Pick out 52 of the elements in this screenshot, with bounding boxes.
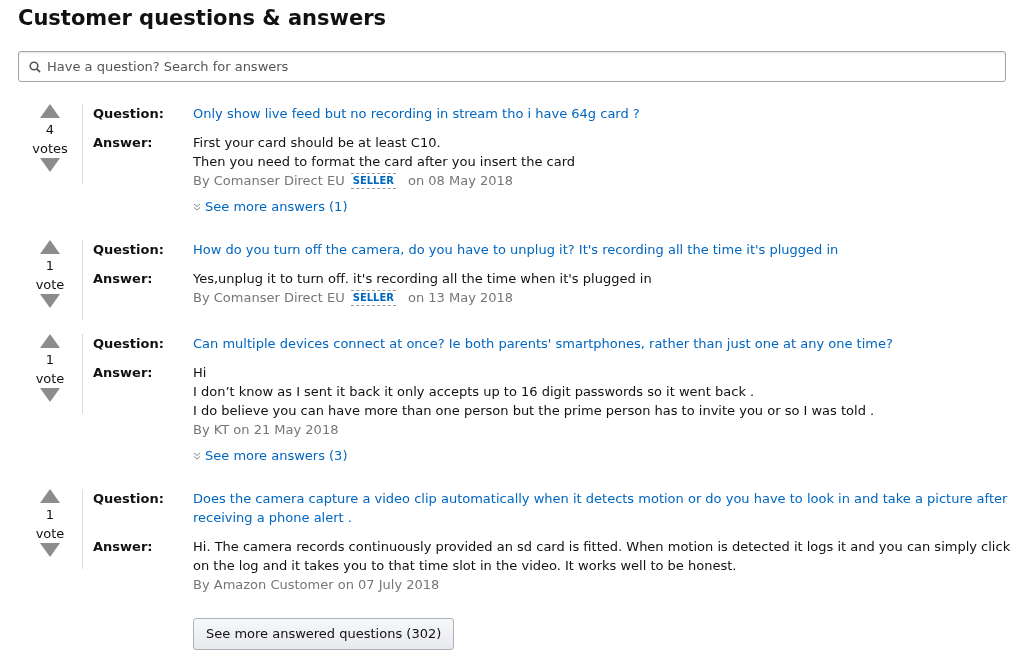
vote-count: 1 xyxy=(45,257,55,275)
question-label: Question: xyxy=(93,490,165,508)
answer-text: Hi xyxy=(193,364,208,382)
vote-label: vote xyxy=(35,525,65,543)
upvote-icon[interactable] xyxy=(40,334,60,348)
question-link[interactable]: Can multiple devices connect at once? Ie both parents' smartphones, rather than just one at any one time? xyxy=(193,334,893,353)
downvote-icon[interactable] xyxy=(40,543,60,557)
vote-count: 4 xyxy=(45,121,55,139)
downvote-icon[interactable] xyxy=(40,294,60,308)
answer-label: Answer: xyxy=(93,538,154,556)
see-more-questions-button[interactable]: See more answered questions (302) xyxy=(193,618,455,650)
search-field[interactable]: Have a question? Search for answers xyxy=(18,51,1006,82)
upvote-icon[interactable] xyxy=(40,489,60,503)
answer-date: on 08 May 2018 xyxy=(408,172,514,190)
vote-label: vote xyxy=(35,370,65,388)
section-title: Customer questions & answers xyxy=(18,5,387,32)
double-chevron-icon xyxy=(193,451,201,460)
answer-text: I don’t know as I sent it back it only accepts up to 16 digit passwords so it went back . xyxy=(193,383,756,401)
see-more-answers-link[interactable]: See more answers (3) xyxy=(193,446,875,465)
answer-date: on 13 May 2018 xyxy=(408,289,514,307)
question-label: Question: xyxy=(93,241,165,259)
question-link[interactable]: Only show live feed but no recording in stream tho i have 64g card ? xyxy=(193,104,640,123)
question-label: Question: xyxy=(93,105,165,123)
answer-text: I do believe you can have more than one person but the prime person has to invite you or so I was told . xyxy=(193,402,875,420)
author-byline: By Amazon Customer on 07 July 2018 xyxy=(193,576,440,594)
author-byline: By KT on 21 May 2018 xyxy=(193,421,339,439)
downvote-icon[interactable] xyxy=(40,388,60,402)
vote-label: votes xyxy=(32,140,68,158)
question-label: Question: xyxy=(93,335,165,353)
see-more-answers-link[interactable]: See more answers (1) xyxy=(193,197,575,216)
upvote-icon[interactable] xyxy=(40,240,60,254)
vote-label: vote xyxy=(35,276,65,294)
seller-badge: SELLER xyxy=(350,289,396,306)
search-input[interactable]: Have a question? Search for answers xyxy=(47,56,995,77)
answer-label: Answer: xyxy=(93,364,154,382)
question-link[interactable]: Does the camera capture a video clip automatically when it detects motion or do you have to look in and take a picture after receiving a phone alert . xyxy=(193,489,1018,527)
answer-text: Yes,unplug it to turn off. it's recording all the time when it's plugged in xyxy=(193,270,652,288)
upvote-icon[interactable] xyxy=(40,104,60,118)
author-byline: By Comanser Direct EU xyxy=(193,289,345,307)
double-chevron-icon xyxy=(193,202,201,211)
answer-text: Hi. The camera records continuously provided an sd card is fitted. When motion is detected it logs it and you can simply click on the log and it takes you to that time slot in the video. It works well to be honest. xyxy=(193,538,1012,575)
answer-text: First your card should be at least C10. xyxy=(193,134,442,152)
vote-count: 1 xyxy=(45,506,55,524)
seller-badge: SELLER xyxy=(350,172,396,189)
answer-label: Answer: xyxy=(93,270,154,288)
vote-count: 1 xyxy=(45,351,55,369)
question-link[interactable]: How do you turn off the camera, do you have to unplug it? It's recording all the time it's plugged in xyxy=(193,240,839,259)
answer-label: Answer: xyxy=(93,134,154,152)
downvote-icon[interactable] xyxy=(40,158,60,172)
answer-text: Then you need to format the card after you insert the card xyxy=(193,153,575,171)
author-byline: By Comanser Direct EU xyxy=(193,172,345,190)
search-icon xyxy=(29,60,41,73)
